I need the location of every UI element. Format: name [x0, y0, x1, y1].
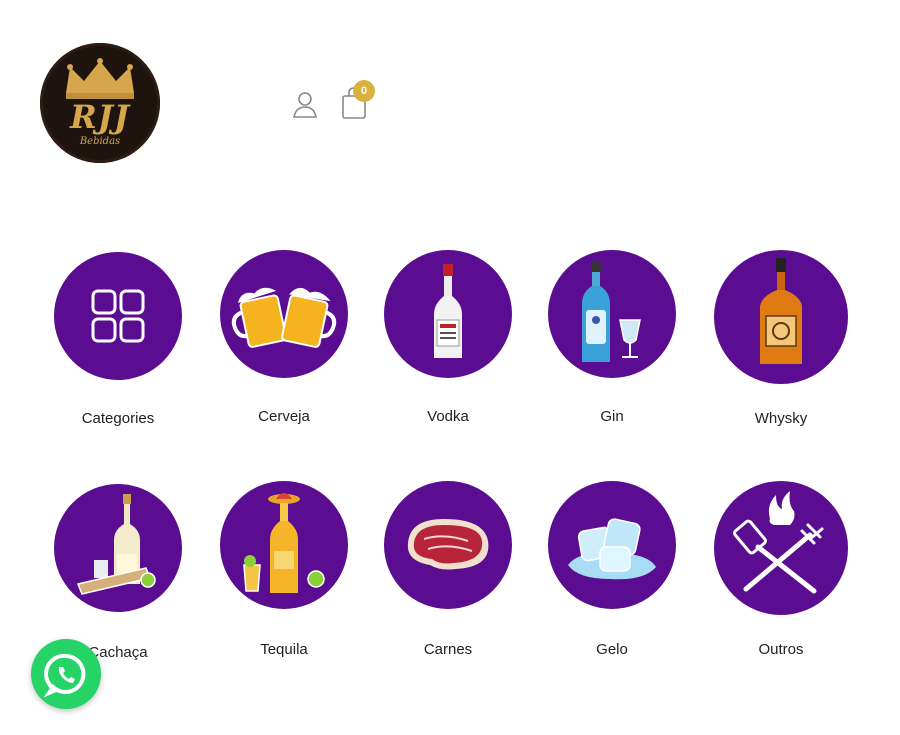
- category-circle: [54, 484, 182, 612]
- category-tequila[interactable]: Tequila: [209, 481, 359, 658]
- category-label: Outros: [758, 641, 804, 658]
- category-circle: [384, 481, 512, 609]
- gin-bottle-icon: [582, 262, 641, 362]
- category-cachaca[interactable]: Cachaça: [43, 484, 193, 661]
- category-vodka[interactable]: Vodka: [373, 250, 523, 425]
- cart-count-badge: 0: [353, 80, 375, 102]
- category-carnes[interactable]: Carnes: [373, 481, 523, 658]
- vodka-bottle-icon: [434, 264, 462, 358]
- category-circle: [548, 250, 676, 378]
- whatsapp-button[interactable]: [31, 639, 101, 709]
- brand-monogram: RJJ: [70, 98, 130, 136]
- category-circle: [384, 250, 512, 378]
- beer-mugs-icon: [231, 287, 337, 348]
- cachaca-bottle-icon: [76, 494, 156, 595]
- category-circle: [714, 481, 848, 615]
- category-categories[interactable]: Categories: [43, 252, 193, 427]
- steak-icon: [407, 519, 489, 570]
- whatsapp-icon: [43, 653, 86, 698]
- category-circle: [220, 250, 348, 378]
- ice-cubes-icon: [568, 518, 656, 580]
- category-gelo[interactable]: Gelo: [537, 481, 687, 658]
- category-label: Gin: [600, 408, 624, 425]
- category-label: Gelo: [596, 641, 628, 658]
- category-circle: [714, 250, 848, 384]
- category-circle: [548, 481, 676, 609]
- whisky-bottle-icon: [760, 258, 802, 364]
- category-label: Carnes: [423, 641, 473, 658]
- category-label: Categories: [81, 410, 155, 427]
- user-icon[interactable]: [290, 90, 320, 120]
- brand-logo[interactable]: RJJ Bebidas: [40, 43, 160, 163]
- category-circle: [220, 481, 348, 609]
- grill-tools-icon: [733, 491, 824, 594]
- category-label: Vodka: [427, 408, 469, 425]
- category-label: Cerveja: [258, 408, 310, 425]
- category-outros[interactable]: Outros: [706, 481, 856, 658]
- category-circle: [54, 252, 182, 380]
- tequila-bottle-icon: [243, 493, 325, 593]
- category-label: Whysky: [754, 410, 808, 427]
- category-gin[interactable]: Gin: [537, 250, 687, 425]
- category-label: Tequila: [260, 641, 308, 658]
- grid-icon: [91, 289, 145, 343]
- category-whysky[interactable]: Whysky: [706, 250, 856, 427]
- brand-subtitle: Bebidas: [79, 136, 121, 147]
- category-cerveja[interactable]: Cerveja: [209, 250, 359, 425]
